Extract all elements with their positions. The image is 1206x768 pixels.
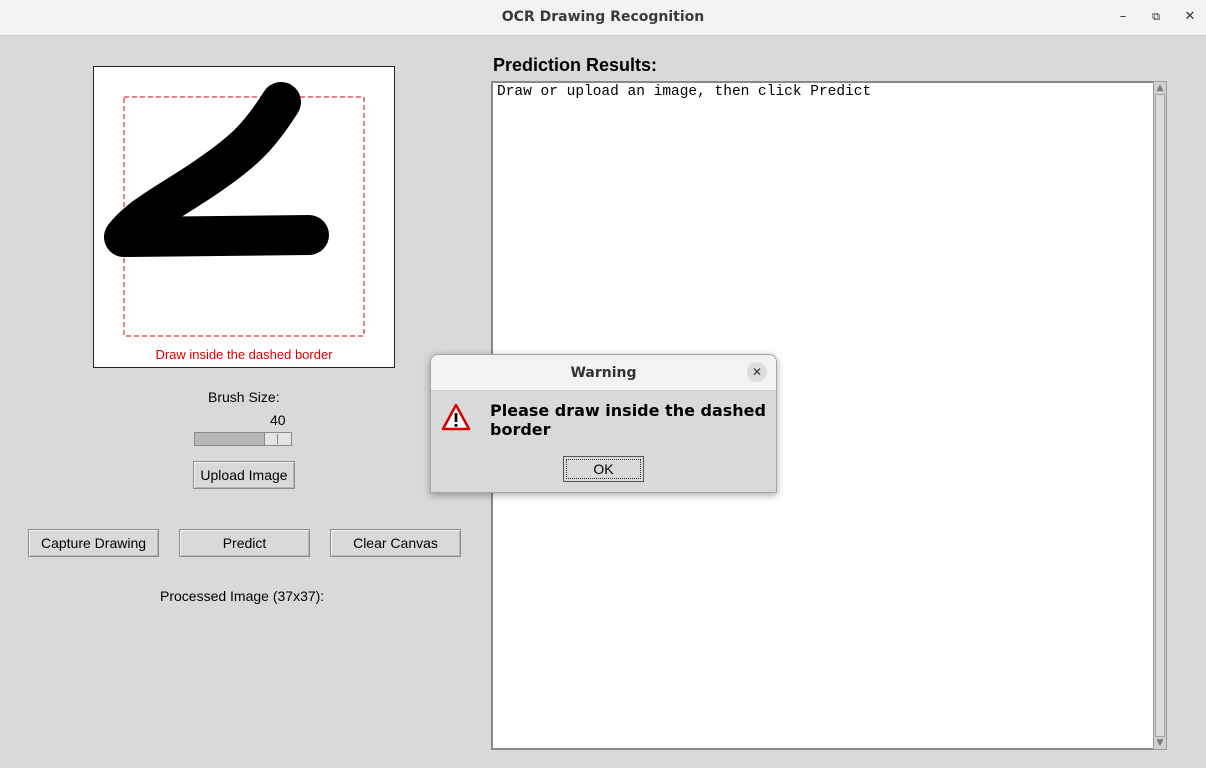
minimize-button[interactable]: – [1114,8,1132,26]
results-scrollbar[interactable]: ▲ ▼ [1153,81,1167,750]
dialog-close-button[interactable]: ✕ [747,362,767,382]
results-title: Prediction Results: [493,55,658,75]
close-button[interactable]: ✕ [1181,8,1199,26]
dialog-title: Warning [570,365,637,381]
clear-canvas-button[interactable]: Clear Canvas [330,529,461,557]
scroll-thumb[interactable] [1155,94,1165,737]
brush-stroke [104,82,329,257]
canvas-hint: Draw inside the dashed border [155,347,333,362]
title-bar: OCR Drawing Recognition – ⧉ ✕ [0,0,1206,36]
window-title: OCR Drawing Recognition [501,9,705,25]
results-text: Draw or upload an image, then click Pred… [497,84,872,100]
ok-button[interactable]: OK [563,456,644,482]
canvas-drawing [104,82,365,337]
capture-drawing-button[interactable]: Capture Drawing [28,529,159,557]
upload-image-button[interactable]: Upload Image [193,461,295,489]
slider-handle[interactable] [264,433,291,445]
brush-size-label: Brush Size: [208,389,280,405]
dialog-title-bar: Warning ✕ [431,355,776,391]
warning-dialog: Warning ✕ Please draw inside the dashed … [430,354,777,493]
maximize-button[interactable]: ⧉ [1147,8,1165,26]
predict-button[interactable]: Predict [179,529,310,557]
dialog-message: Please draw inside the dashed border [490,401,766,439]
drawing-canvas[interactable]: Draw inside the dashed border [93,66,395,368]
scroll-up-arrow-icon[interactable]: ▲ [1154,82,1166,94]
brush-size-value: 40 [270,412,286,428]
warning-triangle-icon [441,403,471,431]
brush-size-slider[interactable] [194,432,292,446]
scroll-down-arrow-icon[interactable]: ▼ [1154,737,1166,749]
processed-image-label: Processed Image (37x37): [160,588,325,604]
